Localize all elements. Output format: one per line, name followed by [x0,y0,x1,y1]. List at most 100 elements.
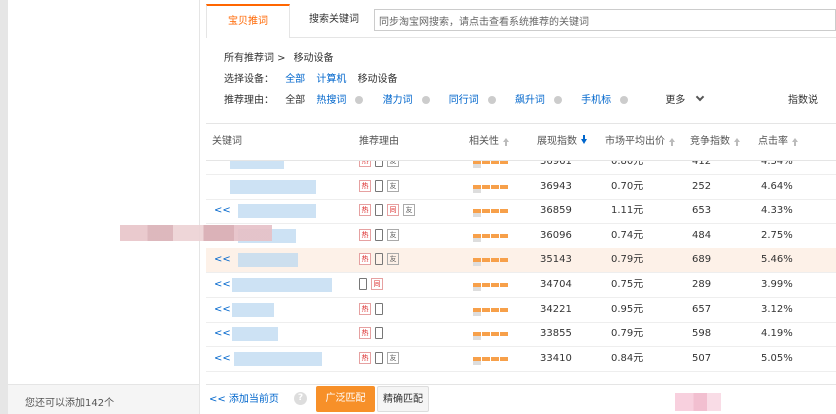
reason-option-hot[interactable]: 热搜词 [316,95,371,106]
bottom-bar: << 添加当前页 ? 广泛匹配 精确匹配 [206,384,836,414]
col-ctr[interactable]: 点击率 [758,124,798,160]
relevance-bar [473,209,515,218]
avg-price-value: 1.11元 [611,205,644,217]
keyword-redacted [230,179,316,194]
competition-value: 657 [692,303,712,315]
device-option-computer[interactable]: 计算机 [316,74,346,85]
reason-tags: 热友 [359,351,403,366]
add-keyword-button[interactable]: << [214,248,231,272]
reason-option-potential[interactable]: 潜力词 [383,95,438,106]
hot-tag-icon: 热 [359,228,371,241]
avg-price-value: 0.74元 [611,229,644,241]
reason-tags: 热友 [359,228,403,243]
exact-match-button[interactable]: 精确匹配 [377,386,429,412]
reason-option-peer[interactable]: 同行词 [449,95,504,106]
filter-panel: 所有推荐词 > 移动设备 选择设备： 全部 计算机 移动设备 推荐理由： 全部 热… [224,48,836,111]
help-dot-icon [355,96,364,104]
breadcrumb: 所有推荐词 > 移动设备 [224,48,836,69]
avg-price-value: 0.70元 [611,180,644,192]
col-ctr-label: 点击率 [758,136,788,147]
col-relevance[interactable]: 相关性 [469,124,509,160]
ctr-value: 5.05% [761,352,793,364]
col-impressions-label: 展现指数 [537,136,577,147]
table-row: << 热友 35143 0.79元 689 5.46% [206,248,836,274]
reason-filter-label: 推荐理由： [224,95,274,106]
impressions-value: 36943 [540,180,572,192]
remaining-count-footer: 您还可以添加142个 [8,384,199,414]
reason-tags: 热友 [359,179,403,194]
mobile-tag-icon [375,327,383,340]
col-reason: 推荐理由 [359,136,399,147]
add-keyword-button[interactable]: << [214,347,231,371]
ctr-value: 4.34% [761,161,793,167]
reason-tags: 热 [359,327,387,341]
reason-option-rising[interactable]: 飙升词 [515,95,570,106]
broad-match-button[interactable]: 广泛匹配 [316,386,375,412]
add-keyword-button[interactable]: << [214,298,231,322]
ctr-value: 3.99% [761,279,793,290]
tab-product-recommend[interactable]: 宝贝推词 [206,4,290,38]
mobile-tag-icon [375,351,383,364]
reason-tags: 热 同友 [359,204,419,218]
competition-value: 412 [692,161,712,167]
mobile-tag-icon [375,302,383,315]
add-keyword-button[interactable]: << [214,273,231,297]
relevance-bar [473,258,515,267]
friend-tag-icon: 友 [387,161,399,167]
tab-search-keywords[interactable]: 搜索关键词 [294,4,374,38]
ctr-value: 4.19% [761,328,793,340]
competition-value: 252 [692,180,712,192]
sort-up-icon [734,138,740,146]
reason-option-mobile[interactable]: 手机标 [581,95,636,106]
more-filters-button[interactable]: 更多 [665,92,711,106]
hot-tag-icon: 热 [359,253,371,266]
left-rail [0,0,8,414]
redaction-mosaic [675,393,721,411]
keyword-search-input[interactable]: 同步淘宝网搜索，请点击查看系统推荐的关键词 [374,9,836,31]
breadcrumb-current: 移动设备 [293,53,334,64]
breadcrumb-root[interactable]: 所有推荐词 > [224,53,286,64]
reason-potential-label: 潜力词 [382,95,413,106]
reason-tags: 同 [359,278,387,292]
device-option-all[interactable]: 全部 [285,74,305,85]
hot-tag-icon: 热 [359,351,371,364]
avg-price-value: 0.80元 [611,161,644,167]
reason-option-all[interactable]: 全部 [285,95,305,106]
competition-value: 653 [692,205,712,217]
keyword-redacted [238,204,316,219]
add-keyword-button[interactable]: << [214,199,231,223]
device-option-mobile[interactable]: 移动设备 [358,74,398,85]
col-relevance-label: 相关性 [469,136,499,147]
col-keyword: 关键词 [212,136,242,147]
ctr-value: 3.12% [761,303,793,315]
reason-tags: 热友 [359,253,403,267]
friend-tag-icon: 友 [403,204,415,217]
avg-price-value: 0.95元 [611,303,644,315]
table-row: << 热友 33410 0.84元 507 5.05% [206,347,836,372]
keyword-redacted [232,327,278,342]
col-avg-price-label: 市场平均出价 [605,136,665,147]
hot-tag-icon: 热 [359,161,371,167]
redaction-mosaic [120,225,272,241]
col-competition[interactable]: 竞争指数 [690,124,740,160]
col-avg-price[interactable]: 市场平均出价 [605,124,675,160]
hot-tag-icon: 热 [359,179,371,192]
add-keyword-button[interactable]: << [214,322,231,346]
reason-tags: 热 [359,302,387,317]
add-current-page-link[interactable]: << 添加当前页 [209,391,279,409]
main-area: 宝贝推词 搜索关键词 同步淘宝网搜索，请点击查看系统推荐的关键词 所有推荐词 >… [206,0,836,414]
reason-filter: 推荐理由： 全部 热搜词 潜力词 同行词 飙升词 手机标 更多 指数说 [224,90,836,111]
table-row: 热友 36096 0.74元 484 2.75% [206,224,836,249]
table-header: 关键词 推荐理由 相关性 展现指数 市场平均出价 竞争指数 点击率 [206,123,836,161]
col-impressions[interactable]: 展现指数 [537,124,587,160]
avg-price-value: 0.84元 [611,352,644,364]
table-row: 热友 36943 0.70元 252 4.64% [206,175,836,200]
table-row: << 热 33855 0.79元 598 4.19% [206,322,836,348]
relevance-bar [473,283,515,291]
help-icon[interactable]: ? [294,392,307,405]
avg-price-value: 0.79元 [611,254,644,266]
ctr-value: 2.75% [761,229,793,241]
relevance-bar [473,332,515,341]
impressions-value: 36961 [540,161,572,167]
index-explain-link[interactable]: 指数说 [788,90,818,111]
